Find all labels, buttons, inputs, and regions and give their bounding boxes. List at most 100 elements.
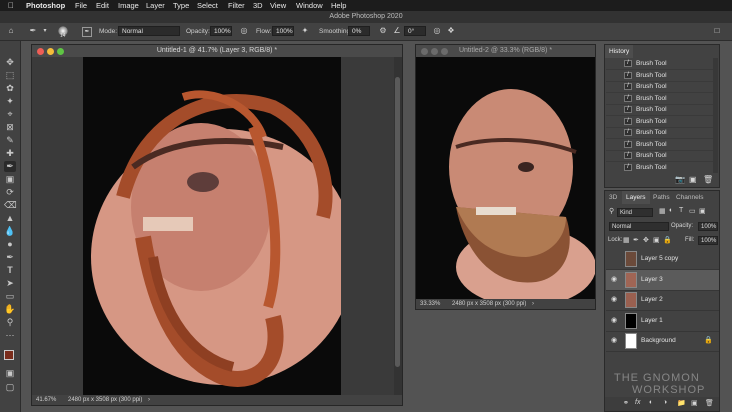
filter-shape-icon[interactable]: ▭ — [689, 207, 696, 215]
layer-thumbnail[interactable] — [625, 312, 637, 329]
home-icon[interactable]: ⌂ — [6, 26, 16, 36]
history-item[interactable]: / Brush Tool — [606, 58, 714, 70]
history-scrollbar[interactable] — [713, 58, 718, 173]
chevron-down-icon[interactable]: ▾ — [40, 26, 50, 36]
layer-row[interactable]: Layer 5 copy — [606, 249, 719, 270]
snapshot-icon[interactable]: 📷 — [675, 175, 685, 184]
zoom-level[interactable]: 41.67% — [36, 395, 56, 405]
symmetry-icon[interactable]: ❖ — [446, 26, 456, 36]
foreground-color-swatch[interactable] — [4, 350, 14, 360]
new-group-icon[interactable]: 📁 — [677, 399, 686, 407]
menu-filter[interactable]: Filter — [228, 1, 245, 10]
screen-mode-icon[interactable]: ▢ — [4, 382, 16, 393]
zoom-window-button[interactable] — [57, 48, 64, 55]
rectangle-tool-icon[interactable]: ▭ — [4, 291, 16, 302]
history-item[interactable]: / Brush Tool — [606, 70, 714, 82]
tab-3d[interactable]: 3D — [605, 191, 621, 204]
brush-angle-field[interactable]: 0° — [404, 26, 426, 36]
zoom-tool-icon[interactable]: ⚲ — [4, 317, 16, 328]
trash-icon[interactable]: 🗑 — [703, 175, 713, 184]
history-item[interactable]: / Brush Tool — [606, 104, 714, 116]
path-selection-tool-icon[interactable]: ➤ — [4, 278, 16, 289]
airbrush-icon[interactable]: ✦ — [300, 26, 310, 36]
lock-artboard-icon[interactable]: ▣ — [653, 236, 660, 244]
history-item[interactable]: / Brush Tool — [606, 162, 714, 173]
zoom-window-button-2[interactable] — [441, 48, 448, 55]
opacity-field[interactable]: 100% — [210, 26, 232, 36]
document-info[interactable]: 2480 px x 3508 px (300 ppi) — [68, 395, 142, 405]
new-layer-icon[interactable]: ▣ — [691, 399, 698, 407]
clone-stamp-tool-icon[interactable]: ▣ — [4, 174, 16, 185]
eraser-tool-icon[interactable]: ⌫ — [4, 200, 17, 211]
menu-window[interactable]: Window — [296, 1, 323, 10]
hand-tool-icon[interactable]: ✋ — [4, 304, 16, 315]
layer-opacity-field[interactable]: 100% — [698, 222, 718, 231]
document-1-canvas-area[interactable] — [32, 57, 402, 397]
layer-name[interactable]: Layer 3 — [641, 276, 663, 283]
document-info-2[interactable]: 2480 px x 3508 px (300 ppi) — [452, 299, 526, 309]
move-tool-icon[interactable]: ✥ — [4, 57, 16, 68]
brush-tool-icon[interactable]: ✒ — [28, 26, 38, 36]
crop-tool-icon[interactable]: ⌖ — [4, 109, 16, 120]
minimize-window-button[interactable] — [47, 48, 54, 55]
layer-style-icon[interactable]: fx — [635, 399, 640, 406]
layer-row[interactable]: ◉ Background 🔒 — [606, 331, 719, 352]
delete-layer-icon[interactable]: 🗑 — [705, 399, 714, 407]
lock-transparency-icon[interactable]: ▦ — [623, 236, 630, 244]
layer-lock-icon[interactable]: 🔒 — [704, 336, 713, 344]
filter-adjustment-icon[interactable]: ◐ — [669, 207, 673, 214]
flow-field[interactable]: 100% — [272, 26, 294, 36]
zoom-level-2[interactable]: 33.33% — [420, 299, 440, 309]
canvas-painting-sketch[interactable] — [83, 57, 341, 397]
history-item[interactable]: / Brush Tool — [606, 116, 714, 128]
link-layers-icon[interactable]: ⚭ — [623, 399, 629, 407]
visibility-eye-icon[interactable] — [610, 255, 618, 263]
tab-paths[interactable]: Paths — [649, 191, 674, 204]
visibility-eye-icon[interactable]: ◉ — [610, 276, 618, 284]
menu-type[interactable]: Type — [173, 1, 189, 10]
history-item[interactable]: / Brush Tool — [606, 150, 714, 162]
pressure-size-icon[interactable]: ◎ — [432, 26, 442, 36]
brush-tool-icon[interactable]: ✒ — [4, 161, 16, 172]
smoothing-field[interactable]: 0% — [348, 26, 370, 36]
dodge-tool-icon[interactable]: ● — [4, 239, 16, 250]
tab-channels[interactable]: Channels — [672, 191, 707, 204]
menu-image[interactable]: Image — [118, 1, 139, 10]
close-window-button[interactable] — [37, 48, 44, 55]
chevron-right-icon[interactable]: › — [148, 395, 150, 405]
marquee-tool-icon[interactable]: ⬚ — [4, 70, 16, 81]
lock-all-icon[interactable]: 🔒 — [663, 236, 672, 244]
layer-filter-select[interactable]: Kind — [617, 208, 653, 217]
mode-select[interactable]: Normal — [118, 26, 180, 36]
menu-layer[interactable]: Layer — [146, 1, 165, 10]
history-brush-tool-icon[interactable]: ⟳ — [4, 187, 16, 198]
lasso-tool-icon[interactable]: ✿ — [4, 83, 16, 94]
visibility-eye-icon[interactable]: ◉ — [610, 317, 618, 325]
scrollbar-thumb[interactable] — [395, 77, 400, 367]
new-document-icon[interactable]: ▣ — [689, 175, 697, 184]
lock-position-icon[interactable]: ✥ — [643, 236, 649, 244]
pen-tool-icon[interactable]: ✒ — [4, 252, 16, 263]
add-mask-icon[interactable]: ◐ — [649, 399, 653, 406]
vertical-scrollbar[interactable] — [394, 57, 402, 397]
menu-help[interactable]: Help — [331, 1, 346, 10]
type-tool-icon[interactable]: T — [4, 265, 16, 276]
visibility-eye-icon[interactable]: ◉ — [610, 337, 618, 345]
menu-photoshop[interactable]: Photoshop — [26, 1, 65, 10]
close-window-button-2[interactable] — [421, 48, 428, 55]
frame-tool-icon[interactable]: ⊠ — [4, 122, 16, 133]
brush-settings-icon[interactable]: ✒ — [82, 27, 92, 37]
edit-toolbar-icon[interactable]: ⋯ — [4, 330, 16, 341]
layer-name[interactable]: Layer 2 — [641, 296, 663, 303]
filter-type-icon[interactable]: T — [679, 207, 683, 214]
lock-pixels-icon[interactable]: ✒ — [633, 236, 639, 244]
filter-pixel-icon[interactable]: ▦ — [659, 207, 666, 215]
filter-smart-object-icon[interactable]: ▣ — [699, 207, 706, 215]
document-2-canvas[interactable] — [416, 57, 595, 299]
chevron-right-icon-2[interactable]: › — [532, 299, 534, 309]
minimize-window-button-2[interactable] — [431, 48, 438, 55]
menu-3d[interactable]: 3D — [253, 1, 263, 10]
visibility-eye-icon[interactable]: ◉ — [610, 296, 618, 304]
layer-row[interactable]: ◉ Layer 3 — [606, 269, 719, 291]
layer-name[interactable]: Background — [641, 337, 676, 344]
